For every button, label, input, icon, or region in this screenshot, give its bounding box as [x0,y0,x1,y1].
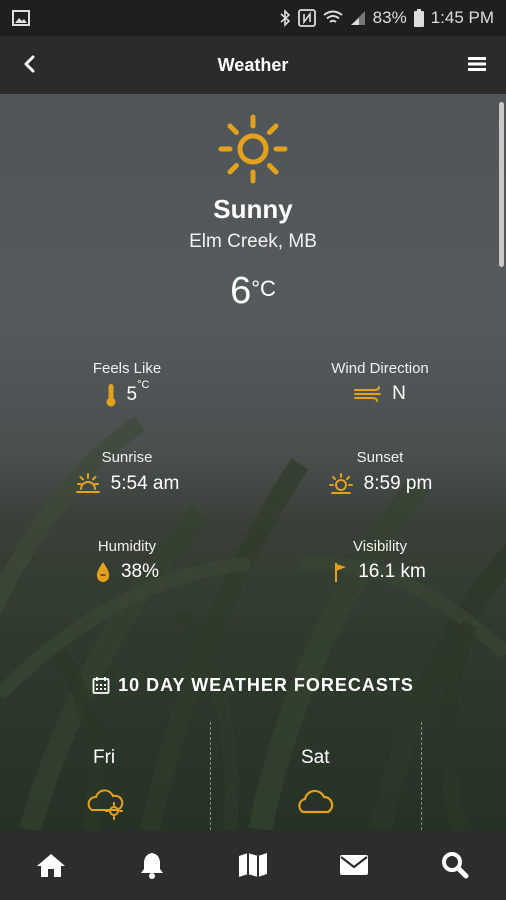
mail-icon [340,855,369,875]
nav-search[interactable] [425,835,485,895]
sunrise-value: 5:54 am [110,473,180,494]
bottom-nav [0,830,506,900]
stat-visibility: Visibility 16.1 km [280,538,480,583]
stat-value: N [280,383,480,405]
sunset-value: 8:59 pm [363,473,433,494]
sunrise-icon [75,473,100,493]
forecast-day-name: Sat [301,747,330,768]
status-right: 83% 1:45 PM [279,8,494,28]
stat-humidity: Humidity 38% [27,538,227,583]
stat-value: 5:54 am [27,472,227,496]
menu-button[interactable] [462,49,492,79]
humidity-value: 38% [120,561,160,582]
weather-content[interactable]: Sunny Elm Creek, MB 6°C Feels Like 5°C W… [0,94,506,830]
stat-sunset: Sunset 8:59 pm [280,449,480,496]
battery-icon [413,9,424,27]
weather-condition: Sunny [213,194,293,224]
map-icon [238,853,267,877]
bluetooth-icon [280,9,290,27]
cloudy-icon [298,789,334,814]
thermometer-icon [106,384,116,407]
calendar-icon [92,677,110,694]
wind-direction-value: N [392,383,406,404]
clock: 1:45 PM [430,8,494,27]
humidity-drop-icon [96,562,110,582]
feels-like-unit: °C [137,379,150,391]
image-icon [12,10,30,26]
forecast-heading: 10 DAY WEATHER FORECASTS [0,675,506,696]
forecast-day-name: Fri [93,747,116,768]
temperature-unit: °C [251,276,276,301]
sunset-icon [328,473,353,494]
forecast-heading-text: 10 DAY WEATHER FORECASTS [118,675,414,695]
nav-mail[interactable] [324,835,384,895]
bell-icon [140,853,163,879]
nfc-icon [297,9,316,27]
stat-label: Humidity [97,538,157,555]
feels-like-value: 5 [126,384,138,405]
stat-label: Visibility [353,538,407,555]
search-icon [442,852,469,879]
partly-cloudy-icon [87,789,124,820]
stat-label: Feels Like [92,360,162,377]
stat-wind-direction: Wind Direction N [280,360,480,405]
stat-sunrise: Sunrise 5:54 am [27,449,227,496]
chevron-left-icon [24,55,35,73]
nav-alerts[interactable] [122,835,182,895]
location-name: Elm Creek, MB [189,231,317,252]
sun-icon [218,114,288,184]
stat-value: 5°C [27,379,227,407]
home-icon [36,854,65,877]
stat-value: 38% [27,561,227,583]
nav-map[interactable] [223,835,283,895]
signal-icon [350,11,365,25]
nav-home[interactable] [21,835,81,895]
app-bar: Weather [0,36,506,94]
back-button[interactable] [14,49,44,79]
stat-label: Sunset [356,449,404,466]
forecast-divider [421,722,422,830]
visibility-value: 16.1 km [358,561,426,582]
forecast-day[interactable]: Fri [0,722,210,830]
hamburger-icon [468,57,486,71]
wind-icon [354,386,382,402]
stat-feels-like: Feels Like 5°C [27,360,227,407]
stat-label: Wind Direction [331,360,429,377]
stat-value: 8:59 pm [280,472,480,496]
current-temperature: 6°C [0,270,506,313]
forecast-day[interactable]: Sat [211,722,421,830]
page-title: Weather [217,54,289,75]
stat-label: Sunrise [101,449,153,466]
status-left [12,10,30,26]
flag-icon [335,563,347,582]
wifi-icon [323,10,343,23]
status-bar: 83% 1:45 PM [0,0,506,36]
battery-percent: 83% [372,8,407,27]
stat-value: 16.1 km [280,561,480,583]
temperature-value: 6 [230,270,252,312]
